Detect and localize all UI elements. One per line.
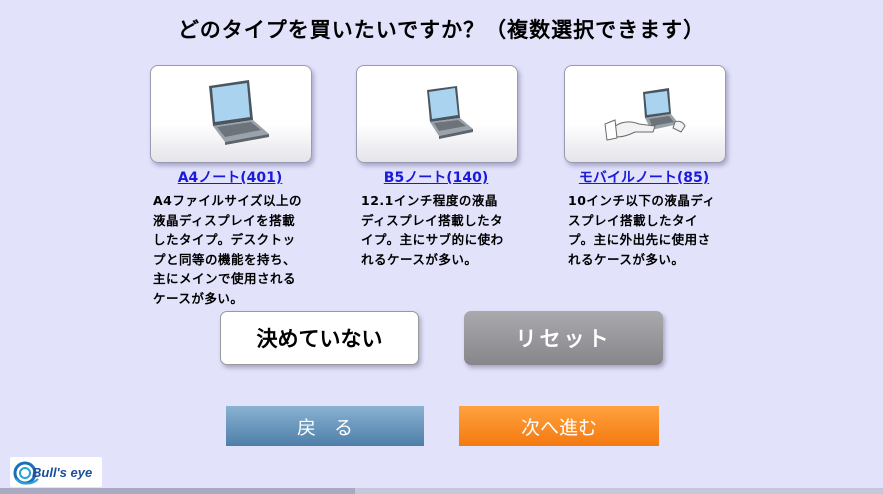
option-label-mobile[interactable]: モバイルノート(85) xyxy=(564,167,724,187)
reset-button[interactable]: リセット xyxy=(464,311,663,365)
laptop-mobile-hand-icon xyxy=(604,88,686,141)
option-description-b5: 12.1インチ程度の液晶 ディスプレイ搭載したタ イプ。主にサブ的に使わ れるケ… xyxy=(361,193,504,267)
option-card-mobile[interactable] xyxy=(564,65,726,163)
page-title: どのタイプを買いたいですか？（複数選択できます） xyxy=(177,18,706,42)
next-button[interactable]: 次へ進む xyxy=(459,406,659,446)
laptop-medium-icon xyxy=(427,86,473,139)
horizontal-scrollbar[interactable] xyxy=(0,488,883,494)
back-button[interactable]: 戻る xyxy=(226,406,424,446)
option-description-mobile: 10インチ以下の液晶ディ スプレイ搭載したタイ プ。主に外出先に使用さ れるケー… xyxy=(568,193,716,267)
option-card-a4[interactable] xyxy=(150,65,312,163)
option-label-a4[interactable]: A4ノート(401) xyxy=(150,167,310,187)
option-label-b5[interactable]: B5ノート(140) xyxy=(356,167,516,187)
bullseye-logo: Bull's eye xyxy=(10,457,102,487)
scrollbar-thumb[interactable] xyxy=(0,488,355,494)
laptop-large-icon xyxy=(209,80,269,145)
undecided-button[interactable]: 決めていない xyxy=(220,311,419,365)
option-description-a4: A4ファイルサイズ以上の 液晶ディスプレイを搭載 したタイプ。デスクトッ プと同… xyxy=(153,193,302,306)
svg-text:Bull's eye: Bull's eye xyxy=(32,465,92,480)
option-card-b5[interactable] xyxy=(356,65,518,163)
